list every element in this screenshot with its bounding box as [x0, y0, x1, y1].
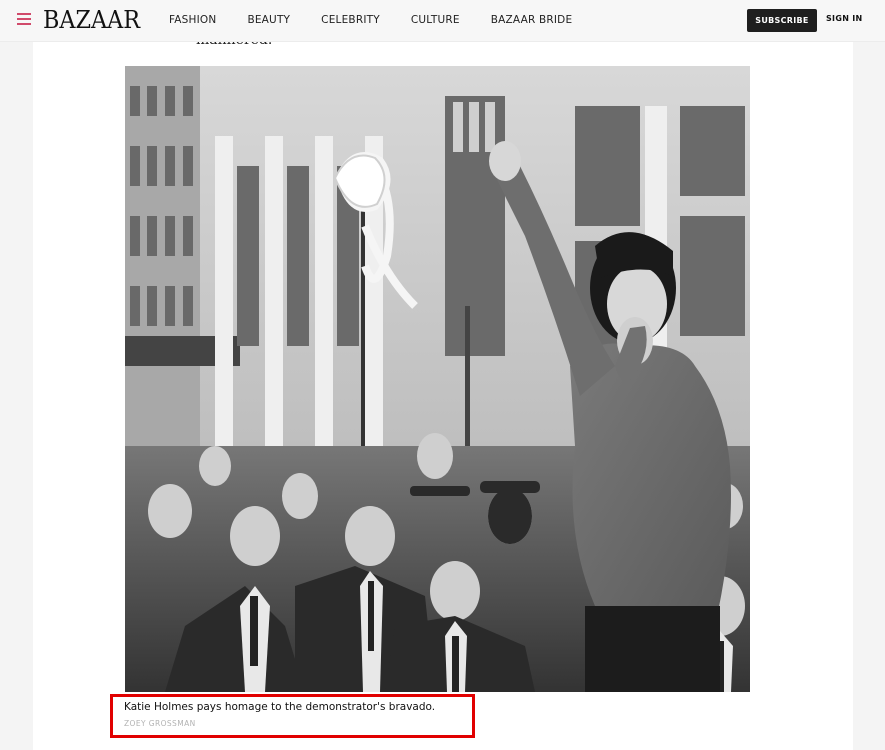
photo-caption: Katie Holmes pays homage to the demonstr…: [124, 701, 436, 713]
nav-item-bazaar-bride[interactable]: BAZAAR BRIDE: [491, 14, 573, 26]
nav-item-celebrity[interactable]: CELEBRITY: [321, 14, 380, 26]
nav-item-culture[interactable]: CULTURE: [411, 14, 460, 26]
bazaar-logo[interactable]: BAZAAR: [43, 5, 140, 35]
menu-icon[interactable]: [17, 13, 31, 25]
sign-in-link[interactable]: SIGN IN: [826, 14, 863, 23]
site-header: BAZAAR FASHION BEAUTY CELEBRITY CULTURE …: [0, 0, 885, 42]
nav-item-fashion[interactable]: FASHION: [169, 14, 216, 26]
next-paragraph-fragment: [380, 744, 520, 750]
photo-credit: ZOEY GROSSMAN: [124, 719, 196, 728]
nav-item-beauty[interactable]: BEAUTY: [247, 14, 290, 26]
subscribe-button[interactable]: SUBSCRIBE: [747, 9, 817, 32]
article-photo: [125, 66, 750, 692]
page: mannered. BAZAAR FASHION BEAUTY CELEBRIT…: [0, 0, 885, 750]
main-nav: FASHION BEAUTY CELEBRITY CULTURE BAZAAR …: [169, 14, 603, 26]
